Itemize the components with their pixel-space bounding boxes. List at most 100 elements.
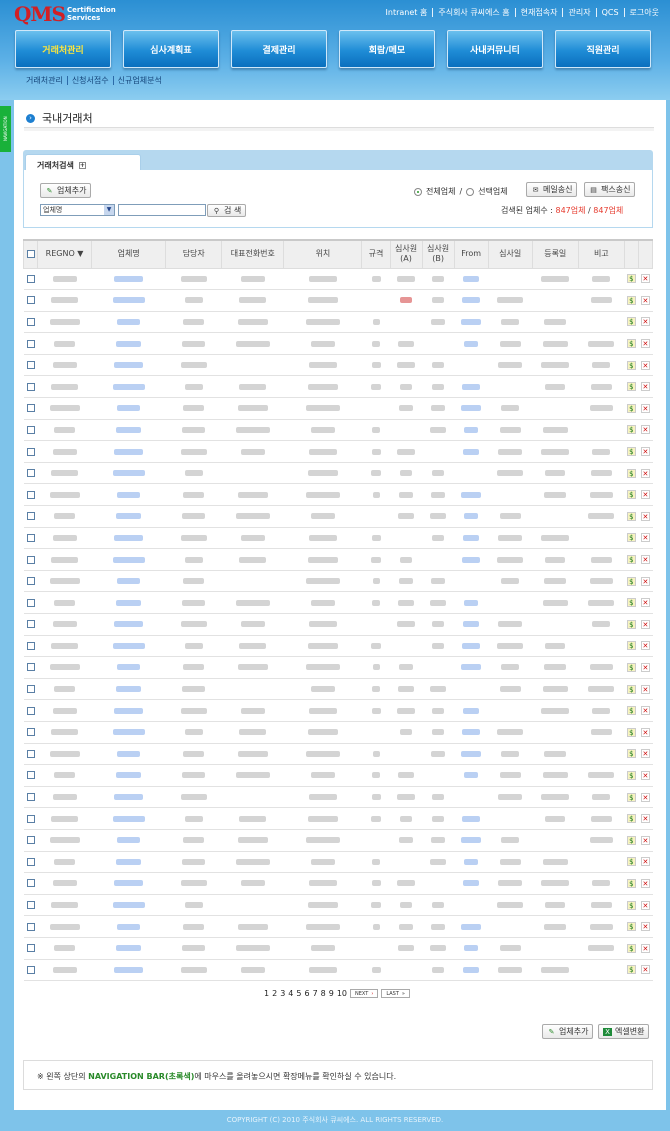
edit-icon[interactable]: $ <box>626 835 636 845</box>
link-logout[interactable]: 로그아웃 <box>623 8 664 17</box>
edit-icon[interactable]: $ <box>626 555 636 565</box>
delete-icon[interactable]: ✕ <box>640 425 650 435</box>
row-checkbox-cell[interactable] <box>23 332 38 355</box>
delete-cell[interactable]: ✕ <box>638 635 653 658</box>
edit-cell[interactable]: $ <box>624 721 639 744</box>
delete-icon[interactable]: ✕ <box>640 814 650 824</box>
edit-icon[interactable]: $ <box>626 295 636 305</box>
row-checkbox[interactable] <box>26 749 35 758</box>
row-checkbox-cell[interactable] <box>23 289 38 312</box>
page-7[interactable]: 7 <box>313 989 318 998</box>
row-checkbox[interactable] <box>26 382 35 391</box>
table-row[interactable]: $ ✕ <box>23 354 653 377</box>
table-row[interactable]: $ ✕ <box>23 807 653 830</box>
row-checkbox-cell[interactable] <box>23 613 38 636</box>
delete-icon[interactable]: ✕ <box>640 533 650 543</box>
row-checkbox-cell[interactable] <box>23 440 38 463</box>
row-checkbox-cell[interactable] <box>23 743 38 766</box>
edit-icon[interactable]: $ <box>626 684 636 694</box>
row-checkbox-cell[interactable] <box>23 419 38 442</box>
send-mail-button[interactable]: ✉ 메일송신 <box>526 182 578 197</box>
row-checkbox-cell[interactable] <box>23 721 38 744</box>
row-checkbox[interactable] <box>26 361 35 370</box>
delete-cell[interactable]: ✕ <box>638 397 653 420</box>
delete-cell[interactable]: ✕ <box>638 419 653 442</box>
edit-cell[interactable]: $ <box>624 591 639 614</box>
table-row[interactable]: $ ✕ <box>23 289 653 312</box>
subnav-client-management[interactable]: 거래처관리 <box>26 76 67 85</box>
table-row[interactable]: $ ✕ <box>23 829 653 852</box>
delete-icon[interactable]: ✕ <box>640 403 650 413</box>
delete-cell[interactable]: ✕ <box>638 289 653 312</box>
edit-cell[interactable]: $ <box>624 699 639 722</box>
delete-cell[interactable]: ✕ <box>638 937 653 960</box>
table-row[interactable]: $ ✕ <box>23 505 653 528</box>
edit-cell[interactable]: $ <box>624 483 639 507</box>
row-checkbox[interactable] <box>26 620 35 629</box>
delete-cell[interactable]: ✕ <box>638 721 653 744</box>
delete-icon[interactable]: ✕ <box>640 447 650 457</box>
nav-staff[interactable]: 직원관리 <box>555 30 651 68</box>
search-field-select[interactable]: 업체명 ▼ <box>40 204 115 216</box>
edit-cell[interactable]: $ <box>624 764 639 787</box>
table-row[interactable]: $ ✕ <box>23 721 653 744</box>
edit-cell[interactable]: $ <box>624 678 639 701</box>
delete-icon[interactable]: ✕ <box>640 684 650 694</box>
edit-icon[interactable]: $ <box>626 425 636 435</box>
table-row[interactable]: $ ✕ <box>23 872 653 895</box>
search-button[interactable]: ⚲ 검 색 <box>207 204 247 217</box>
row-checkbox[interactable] <box>26 598 35 607</box>
edit-icon[interactable]: $ <box>626 468 636 478</box>
delete-icon[interactable]: ✕ <box>640 274 650 284</box>
edit-cell[interactable]: $ <box>624 289 639 312</box>
row-checkbox[interactable] <box>26 512 35 521</box>
table-row[interactable]: $ ✕ <box>23 397 653 420</box>
row-checkbox[interactable] <box>26 922 35 931</box>
edit-cell[interactable]: $ <box>624 397 639 420</box>
page-6[interactable]: 6 <box>304 989 309 998</box>
row-checkbox[interactable] <box>26 339 35 348</box>
row-checkbox-cell[interactable] <box>23 548 38 571</box>
table-row[interactable]: $ ✕ <box>23 462 653 485</box>
table-row[interactable]: $ ✕ <box>23 527 653 550</box>
send-fax-button[interactable]: ▤ 팩스송신 <box>584 182 636 197</box>
delete-icon[interactable]: ✕ <box>640 555 650 565</box>
edit-cell[interactable]: $ <box>624 354 639 377</box>
row-checkbox[interactable] <box>26 274 35 283</box>
row-checkbox[interactable] <box>26 404 35 413</box>
table-row[interactable]: $ ✕ <box>23 548 653 571</box>
nav-audit-plan[interactable]: 심사계획표 <box>123 30 219 68</box>
delete-icon[interactable]: ✕ <box>640 965 650 975</box>
row-checkbox[interactable] <box>26 469 35 478</box>
table-row[interactable]: $ ✕ <box>23 419 653 442</box>
table-row[interactable]: $ ✕ <box>23 375 653 399</box>
edit-icon[interactable]: $ <box>626 403 636 413</box>
delete-icon[interactable]: ✕ <box>640 511 650 521</box>
delete-cell[interactable]: ✕ <box>638 332 653 355</box>
row-checkbox-cell[interactable] <box>23 527 38 550</box>
edit-cell[interactable]: $ <box>624 375 639 399</box>
nav-approval[interactable]: 결제관리 <box>231 30 327 68</box>
link-online-users[interactable]: 현재접속자 <box>514 8 563 17</box>
row-checkbox[interactable] <box>26 965 35 974</box>
row-checkbox-cell[interactable] <box>23 397 38 420</box>
edit-icon[interactable]: $ <box>626 490 636 500</box>
row-checkbox[interactable] <box>26 555 35 564</box>
edit-icon[interactable]: $ <box>626 814 636 824</box>
delete-cell[interactable]: ✕ <box>638 268 653 291</box>
row-checkbox-cell[interactable] <box>23 635 38 658</box>
edit-icon[interactable]: $ <box>626 749 636 759</box>
edit-cell[interactable]: $ <box>624 613 639 636</box>
row-checkbox[interactable] <box>26 944 35 953</box>
delete-icon[interactable]: ✕ <box>640 662 650 672</box>
row-checkbox-cell[interactable] <box>23 483 38 507</box>
nav-client-management[interactable]: 거래처관리 <box>15 30 111 68</box>
edit-cell[interactable]: $ <box>624 462 639 485</box>
edit-icon[interactable]: $ <box>626 382 636 392</box>
delete-icon[interactable]: ✕ <box>640 598 650 608</box>
row-checkbox-cell[interactable] <box>23 268 38 291</box>
table-row[interactable]: $ ✕ <box>23 656 653 679</box>
edit-icon[interactable]: $ <box>626 533 636 543</box>
row-checkbox-cell[interactable] <box>23 959 38 982</box>
subnav-new-analysis[interactable]: 신규업체분석 <box>112 76 166 85</box>
